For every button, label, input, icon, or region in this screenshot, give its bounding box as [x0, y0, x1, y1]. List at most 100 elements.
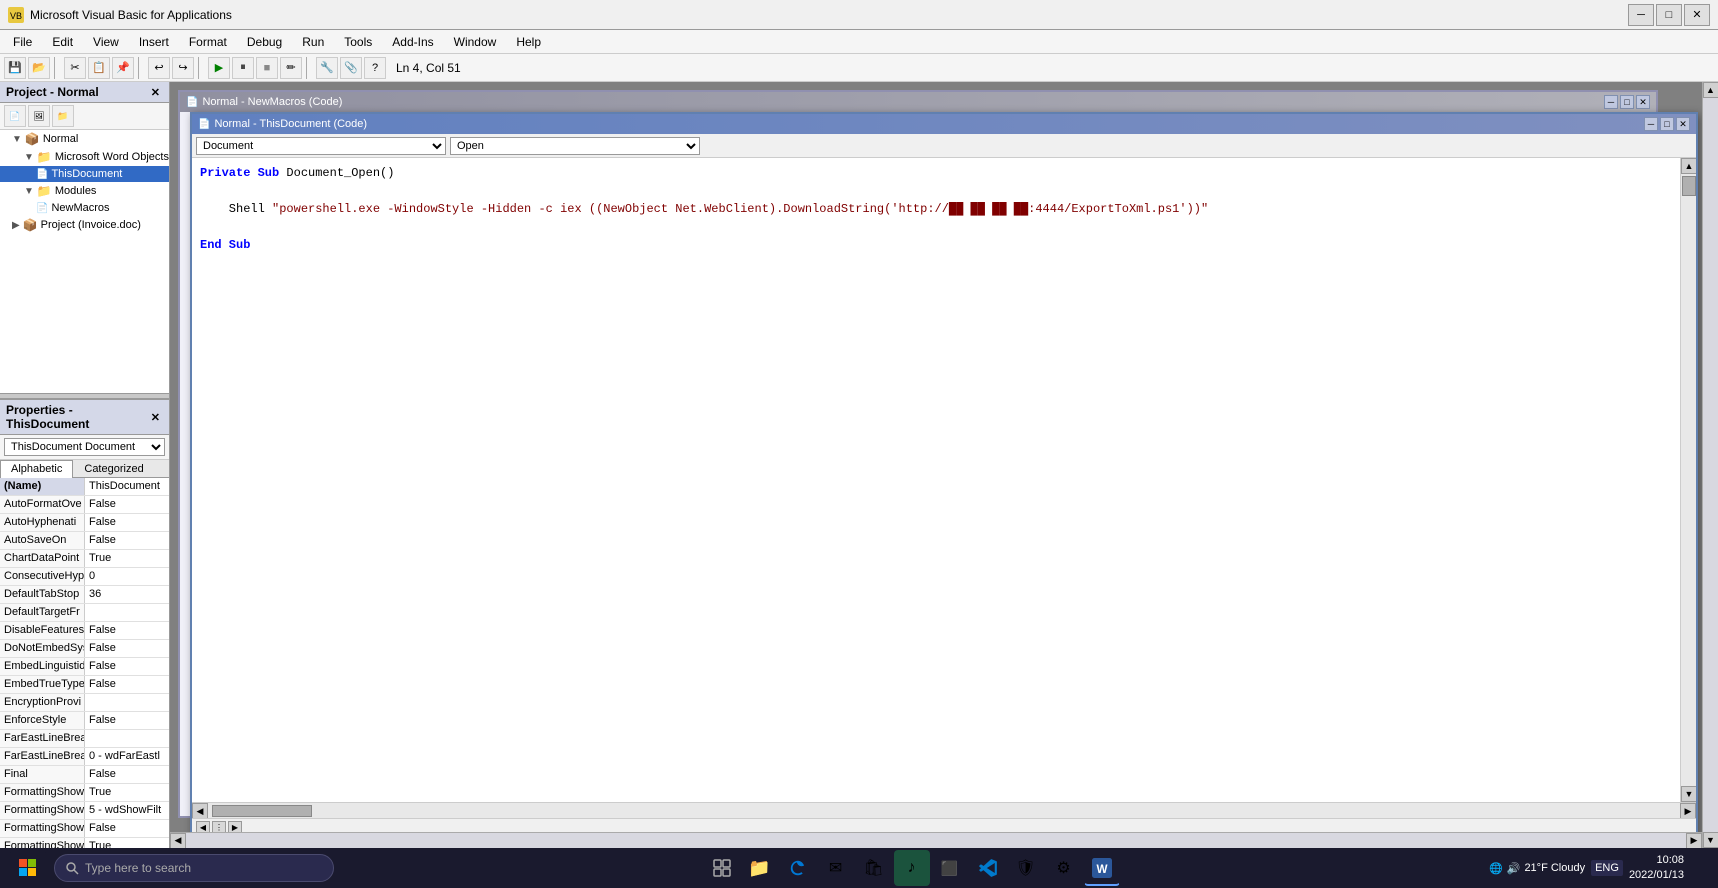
proj-view-code[interactable]: 📄 [4, 105, 26, 127]
tb-run-btn[interactable]: ▶ [208, 57, 230, 79]
system-time[interactable]: 10:08 2022/01/13 [1629, 853, 1684, 884]
props-row-final[interactable]: Final False [0, 766, 169, 784]
menu-format[interactable]: Format [180, 32, 236, 52]
props-row-fmtshow2[interactable]: FormattingShow 5 - wdShowFilt [0, 802, 169, 820]
code-object-dropdown[interactable]: Document [196, 137, 446, 155]
tb-open-btn[interactable]: 📂 [28, 57, 50, 79]
props-row-chartdata[interactable]: ChartDataPoint True [0, 550, 169, 568]
props-row-fmtshow4[interactable]: FormattingShow True [0, 838, 169, 848]
mdi-scroll-right[interactable]: ▶ [1686, 833, 1702, 849]
props-row-embedling[interactable]: EmbedLinguistid False [0, 658, 169, 676]
proj-view-form[interactable]: 🖼 [28, 105, 50, 127]
sys-tray-volume[interactable]: 🔊 [1507, 862, 1521, 875]
tb-break-btn[interactable]: ⏸ [232, 57, 254, 79]
settings-icon[interactable]: ⚙ [1046, 850, 1082, 886]
security-icon[interactable]: 🛡 [1008, 850, 1044, 886]
scroll-thumb-h[interactable] [212, 805, 312, 817]
props-row-fareast2[interactable]: FarEastLineBrea 0 - wdFarEastl [0, 748, 169, 766]
maximize-button[interactable]: □ [1656, 4, 1682, 26]
tb-design-btn[interactable]: ✏ [280, 57, 302, 79]
thisdoc-minimize[interactable]: ─ [1644, 117, 1658, 131]
tb-help-btn[interactable]: ? [364, 57, 386, 79]
props-object-select[interactable]: ThisDocument Document [4, 438, 165, 456]
store-icon[interactable]: 🛍 [856, 850, 892, 886]
show-desktop-btn[interactable] [1690, 852, 1710, 884]
mdi-scroll-left[interactable]: ◀ [170, 833, 186, 849]
taskbar-search[interactable]: Type here to search [54, 854, 334, 882]
props-row-consechyp[interactable]: ConsecutiveHyp 0 [0, 568, 169, 586]
tb-copy-btn[interactable]: 📋 [88, 57, 110, 79]
mdi-scroll-up[interactable]: ▲ [1703, 82, 1718, 98]
menu-run[interactable]: Run [293, 32, 333, 52]
tree-item-normal[interactable]: ▼ 📦 Normal [0, 130, 169, 148]
props-row-encryption[interactable]: EncryptionProvi [0, 694, 169, 712]
language-indicator[interactable]: ENG [1591, 860, 1623, 876]
tb-ref-btn[interactable]: 📎 [340, 57, 362, 79]
sys-tray-network[interactable]: 🌐 [1489, 862, 1503, 875]
tb-stop-btn[interactable]: ■ [256, 57, 278, 79]
proj-toggle-folders[interactable]: 📁 [52, 105, 74, 127]
tree-item-word-objects[interactable]: ▼ 📁 Microsoft Word Objects [0, 148, 169, 166]
tab-categorized[interactable]: Categorized [73, 460, 154, 477]
newmacros-maximize[interactable]: □ [1620, 95, 1634, 109]
menu-file[interactable]: File [4, 32, 41, 52]
props-row-fareast1[interactable]: FarEastLineBrea [0, 730, 169, 748]
tb-oe-btn[interactable]: 🔧 [316, 57, 338, 79]
close-button[interactable]: ✕ [1684, 4, 1710, 26]
props-row-disablefeatures[interactable]: DisableFeatures False [0, 622, 169, 640]
menu-insert[interactable]: Insert [130, 32, 178, 52]
code-content[interactable]: Private Sub Document_Open() Shell "power… [192, 158, 1680, 802]
weather-text[interactable]: 21°F Cloudy [1524, 862, 1585, 874]
newmacros-close[interactable]: ✕ [1636, 95, 1650, 109]
props-row-autohyph[interactable]: AutoHyphenati False [0, 514, 169, 532]
tree-item-invoice[interactable]: ▶ 📦 Project (Invoice.doc) [0, 216, 169, 234]
scroll-right-btn[interactable]: ▶ [1680, 803, 1696, 818]
menu-help[interactable]: Help [507, 32, 550, 52]
props-row-embedtrue[interactable]: EmbedTrueType False [0, 676, 169, 694]
tb-save-btn[interactable]: 💾 [4, 57, 26, 79]
tb-paste-btn[interactable]: 📌 [112, 57, 134, 79]
tree-item-thisdocument[interactable]: 📄 ThisDocument [0, 166, 169, 182]
props-row-defaulttab[interactable]: DefaultTabStop 36 [0, 586, 169, 604]
props-row-name[interactable]: (Name) ThisDocument [0, 478, 169, 496]
terminal-icon[interactable]: ⬛ [932, 850, 968, 886]
edge-icon[interactable] [780, 850, 816, 886]
vscode-icon[interactable] [970, 850, 1006, 886]
props-row-donotembed[interactable]: DoNotEmbedSys False [0, 640, 169, 658]
props-row-fmtshow1[interactable]: FormattingShow True [0, 784, 169, 802]
menu-debug[interactable]: Debug [238, 32, 291, 52]
newmacros-minimize[interactable]: ─ [1604, 95, 1618, 109]
explorer-icon[interactable]: 📁 [742, 850, 778, 886]
mdi-scroll-down[interactable]: ▼ [1703, 832, 1718, 848]
menu-addins[interactable]: Add-Ins [383, 32, 442, 52]
tb-redo-btn[interactable]: ↪ [172, 57, 194, 79]
menu-edit[interactable]: Edit [43, 32, 82, 52]
tb-cut-btn[interactable]: ✂ [64, 57, 86, 79]
minimize-button[interactable]: ─ [1628, 4, 1654, 26]
scroll-down-btn[interactable]: ▼ [1681, 786, 1696, 802]
scroll-up-btn[interactable]: ▲ [1681, 158, 1696, 174]
tab-alphabetic[interactable]: Alphabetic [0, 460, 73, 478]
scroll-thumb-v[interactable] [1682, 176, 1696, 196]
music-icon[interactable]: ♪ [894, 850, 930, 886]
taskview-icon[interactable] [704, 850, 740, 886]
mail-icon[interactable]: ✉ [818, 850, 854, 886]
props-row-autoformat[interactable]: AutoFormatOve False [0, 496, 169, 514]
tb-undo-btn[interactable]: ↩ [148, 57, 170, 79]
thisdoc-close[interactable]: ✕ [1676, 117, 1690, 131]
project-panel-close[interactable]: ✕ [148, 86, 163, 99]
properties-close[interactable]: ✕ [148, 411, 163, 424]
tree-item-newmacros[interactable]: 📄 NewMacros [0, 200, 169, 216]
menu-view[interactable]: View [84, 32, 128, 52]
props-row-defaulttarget[interactable]: DefaultTargetFr [0, 604, 169, 622]
code-method-dropdown[interactable]: Open [450, 137, 700, 155]
tree-item-modules[interactable]: ▼ 📁 Modules [0, 182, 169, 200]
scroll-left-btn[interactable]: ◀ [192, 803, 208, 818]
props-row-enforcestyle[interactable]: EnforceStyle False [0, 712, 169, 730]
word-icon[interactable]: W [1084, 850, 1120, 886]
thisdoc-maximize[interactable]: □ [1660, 117, 1674, 131]
props-row-fmtshow3[interactable]: FormattingShow False [0, 820, 169, 838]
start-button[interactable] [8, 852, 48, 884]
menu-tools[interactable]: Tools [335, 32, 381, 52]
menu-window[interactable]: Window [445, 32, 506, 52]
